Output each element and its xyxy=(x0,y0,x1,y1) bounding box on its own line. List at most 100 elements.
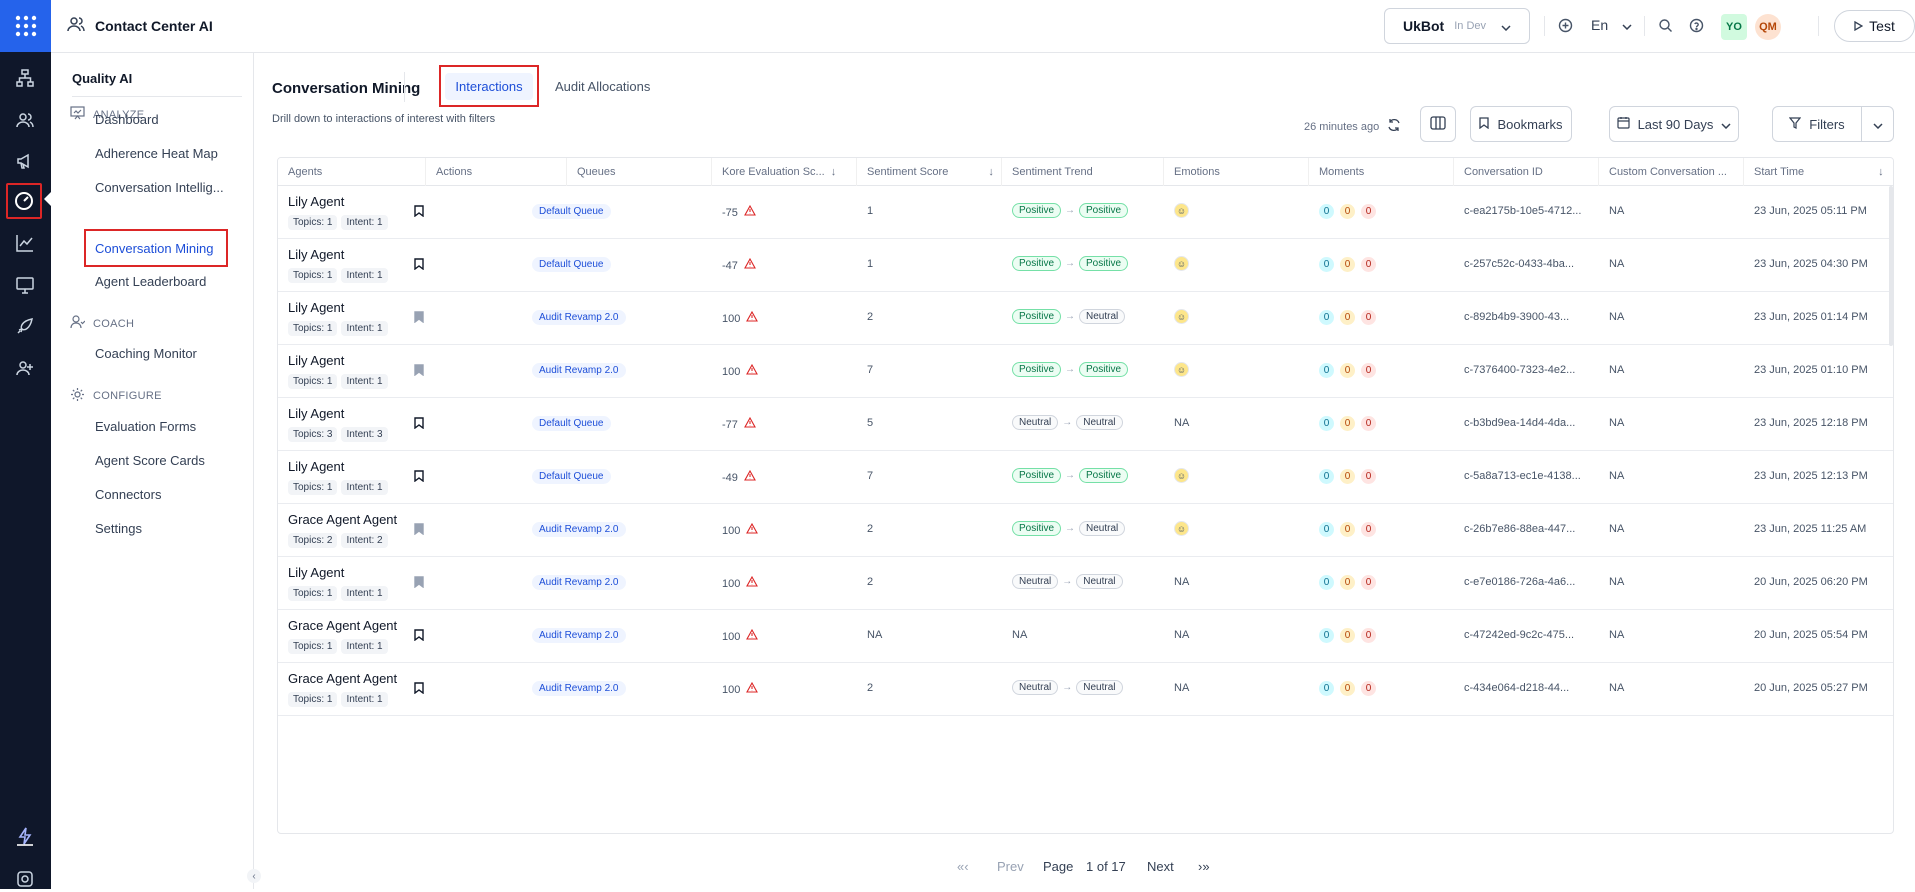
next-page-button[interactable]: Next xyxy=(1147,859,1174,874)
table-row[interactable]: Lily Agent Topics: 1 Intent: 1 Default Queu… xyxy=(278,239,1893,292)
conversation-id[interactable]: c-7376400-7323-4e2... xyxy=(1464,364,1575,376)
sidebar-item-evaluation-forms[interactable]: Evaluation Forms xyxy=(95,419,235,434)
add-circle-icon[interactable] xyxy=(1558,18,1573,33)
bookmark-filled-icon[interactable] xyxy=(414,311,424,326)
agent-name[interactable]: Lily Agent xyxy=(288,565,344,580)
agent-name[interactable]: Lily Agent xyxy=(288,459,344,474)
sidebar: Quality AI ANALYZE Dashboard Adherence H… xyxy=(51,53,254,889)
bookmark-filled-icon[interactable] xyxy=(414,364,424,379)
table-row[interactable]: Grace Agent Agent Topics: 1 Intent: 1 Audit… xyxy=(278,663,1893,716)
conversation-id[interactable]: c-b3bd9ea-14d4-4da... xyxy=(1464,417,1575,429)
conversation-id[interactable]: c-257c52c-0433-4ba... xyxy=(1464,258,1574,270)
sort-arrow-icon[interactable]: ↓ xyxy=(831,166,837,178)
refresh-icon[interactable] xyxy=(1387,118,1401,135)
date-range-select[interactable]: Last 90 Days xyxy=(1609,106,1739,142)
flow-icon[interactable] xyxy=(12,65,38,91)
column-header[interactable]: Start Time ↓ xyxy=(1744,158,1893,186)
sidebar-item-coaching-monitor[interactable]: Coaching Monitor xyxy=(95,346,235,361)
column-header[interactable]: Sentiment Score ↓ xyxy=(857,158,1002,186)
agent-name[interactable]: Lily Agent xyxy=(288,194,344,209)
bookmark-filled-icon[interactable] xyxy=(414,523,424,538)
avatar[interactable]: YO xyxy=(1721,14,1747,40)
rocket-icon[interactable] xyxy=(12,313,38,339)
help-icon[interactable] xyxy=(1689,18,1704,33)
sidebar-item-conversation-mining[interactable]: Conversation Mining xyxy=(84,229,228,267)
sidebar-item-adherence-heat-map[interactable]: Adherence Heat Map xyxy=(95,146,235,161)
conversation-id[interactable]: c-26b7e86-88ea-447... xyxy=(1464,523,1575,535)
bookmark-icon[interactable] xyxy=(414,205,424,220)
lightning-icon[interactable] xyxy=(12,823,38,849)
column-header[interactable]: Agents xyxy=(278,158,426,186)
prev-page-button[interactable]: Prev xyxy=(997,859,1024,874)
conversation-id[interactable]: c-e7e0186-726a-4a6... xyxy=(1464,576,1575,588)
bookmark-icon[interactable] xyxy=(414,417,424,432)
conversation-id[interactable]: c-892b4b9-3900-43... xyxy=(1464,311,1569,323)
conversation-id[interactable]: c-434e064-d218-44... xyxy=(1464,682,1569,694)
bot-selector[interactable]: UkBot In Dev xyxy=(1384,8,1530,44)
column-header[interactable]: Actions xyxy=(426,158,567,186)
avatar[interactable]: QM xyxy=(1755,14,1781,40)
sort-arrow-icon[interactable]: ↓ xyxy=(1878,166,1884,178)
agent-name[interactable]: Grace Agent Agent xyxy=(288,512,397,527)
users-icon[interactable] xyxy=(12,107,38,133)
last-page-button[interactable]: ›» xyxy=(1198,859,1210,874)
agent-name[interactable]: Lily Agent xyxy=(288,353,344,368)
trend-from-pill: Positive xyxy=(1012,468,1062,483)
column-header[interactable]: Emotions xyxy=(1164,158,1309,186)
quality-ai-icon[interactable] xyxy=(6,183,42,219)
table-row[interactable]: Grace Agent Agent Topics: 1 Intent: 1 Audit… xyxy=(278,610,1893,663)
sidebar-item-agent-score-cards[interactable]: Agent Score Cards xyxy=(95,453,235,468)
column-header[interactable]: Queues xyxy=(567,158,712,186)
megaphone-icon[interactable] xyxy=(12,148,38,174)
table-row[interactable]: Grace Agent Agent Topics: 2 Intent: 2 Audit… xyxy=(278,504,1893,557)
bookmark-icon[interactable] xyxy=(414,629,424,644)
tab-interactions[interactable]: Interactions xyxy=(439,65,539,107)
monitor-icon[interactable] xyxy=(12,272,38,298)
sidebar-item-agent-leaderboard[interactable]: Agent Leaderboard xyxy=(95,274,235,289)
bookmarks-button[interactable]: Bookmarks xyxy=(1470,106,1572,142)
filters-dropdown-button[interactable] xyxy=(1861,106,1894,142)
analytics-icon[interactable] xyxy=(12,230,38,256)
agent-name[interactable]: Lily Agent xyxy=(288,247,344,262)
search-icon[interactable] xyxy=(1658,18,1673,33)
conversation-id[interactable]: c-ea2175b-10e5-4712... xyxy=(1464,205,1581,217)
filters-button[interactable]: Filters xyxy=(1772,106,1862,142)
table-row[interactable]: Lily Agent Topics: 1 Intent: 1 Audit Revamp… xyxy=(278,345,1893,398)
table-row[interactable]: Lily Agent Topics: 1 Intent: 1 Audit Revamp… xyxy=(278,557,1893,610)
conversation-id[interactable]: c-47242ed-9c2c-475... xyxy=(1464,629,1574,641)
tab-audit-allocations[interactable]: Audit Allocations xyxy=(555,65,650,107)
sidebar-item-dashboard[interactable]: Dashboard xyxy=(95,112,235,127)
column-header[interactable]: Sentiment Trend xyxy=(1002,158,1164,186)
test-button[interactable]: Test xyxy=(1834,10,1915,42)
agent-name[interactable]: Lily Agent xyxy=(288,300,344,315)
sort-arrow-icon[interactable]: ↓ xyxy=(988,166,994,178)
bookmark-icon[interactable] xyxy=(414,682,424,697)
columns-button[interactable] xyxy=(1420,106,1456,142)
table-row[interactable]: Lily Agent Topics: 1 Intent: 1 Audit Revamp… xyxy=(278,292,1893,345)
table-row[interactable]: Lily Agent Topics: 1 Intent: 1 Default Queu… xyxy=(278,451,1893,504)
table-row[interactable]: Lily Agent Topics: 1 Intent: 1 Default Queu… xyxy=(278,186,1893,239)
sidebar-item-connectors[interactable]: Connectors xyxy=(95,487,235,502)
agent-name[interactable]: Grace Agent Agent xyxy=(288,618,397,633)
warning-icon xyxy=(746,681,759,696)
agent-name[interactable]: Lily Agent xyxy=(288,406,344,421)
bookmark-filled-icon[interactable] xyxy=(414,576,424,591)
sidebar-item-conversation-intelligence[interactable]: Conversation Intellig... xyxy=(95,180,235,195)
moments: 000 xyxy=(1319,575,1382,590)
first-page-button[interactable]: «‹ xyxy=(957,859,969,874)
conversation-id[interactable]: c-5a8a713-ec1e-4138... xyxy=(1464,470,1581,482)
bookmark-icon[interactable] xyxy=(414,258,424,273)
agent-name[interactable]: Grace Agent Agent xyxy=(288,671,397,686)
column-header[interactable]: Conversation ID xyxy=(1454,158,1599,186)
add-user-icon[interactable] xyxy=(12,355,38,381)
column-header[interactable]: Kore Evaluation Sc... ↓ xyxy=(712,158,857,186)
settings-chip-icon[interactable] xyxy=(12,866,38,892)
table-row[interactable]: Lily Agent Topics: 3 Intent: 3 Default Queu… xyxy=(278,398,1893,451)
column-header[interactable]: Custom Conversation ... xyxy=(1599,158,1744,186)
scrollbar[interactable] xyxy=(1889,186,1893,346)
app-grid-icon[interactable] xyxy=(0,0,51,52)
language-selector[interactable]: En xyxy=(1591,17,1632,33)
sidebar-item-settings[interactable]: Settings xyxy=(95,521,235,536)
column-header[interactable]: Moments xyxy=(1309,158,1454,186)
bookmark-icon[interactable] xyxy=(414,470,424,485)
